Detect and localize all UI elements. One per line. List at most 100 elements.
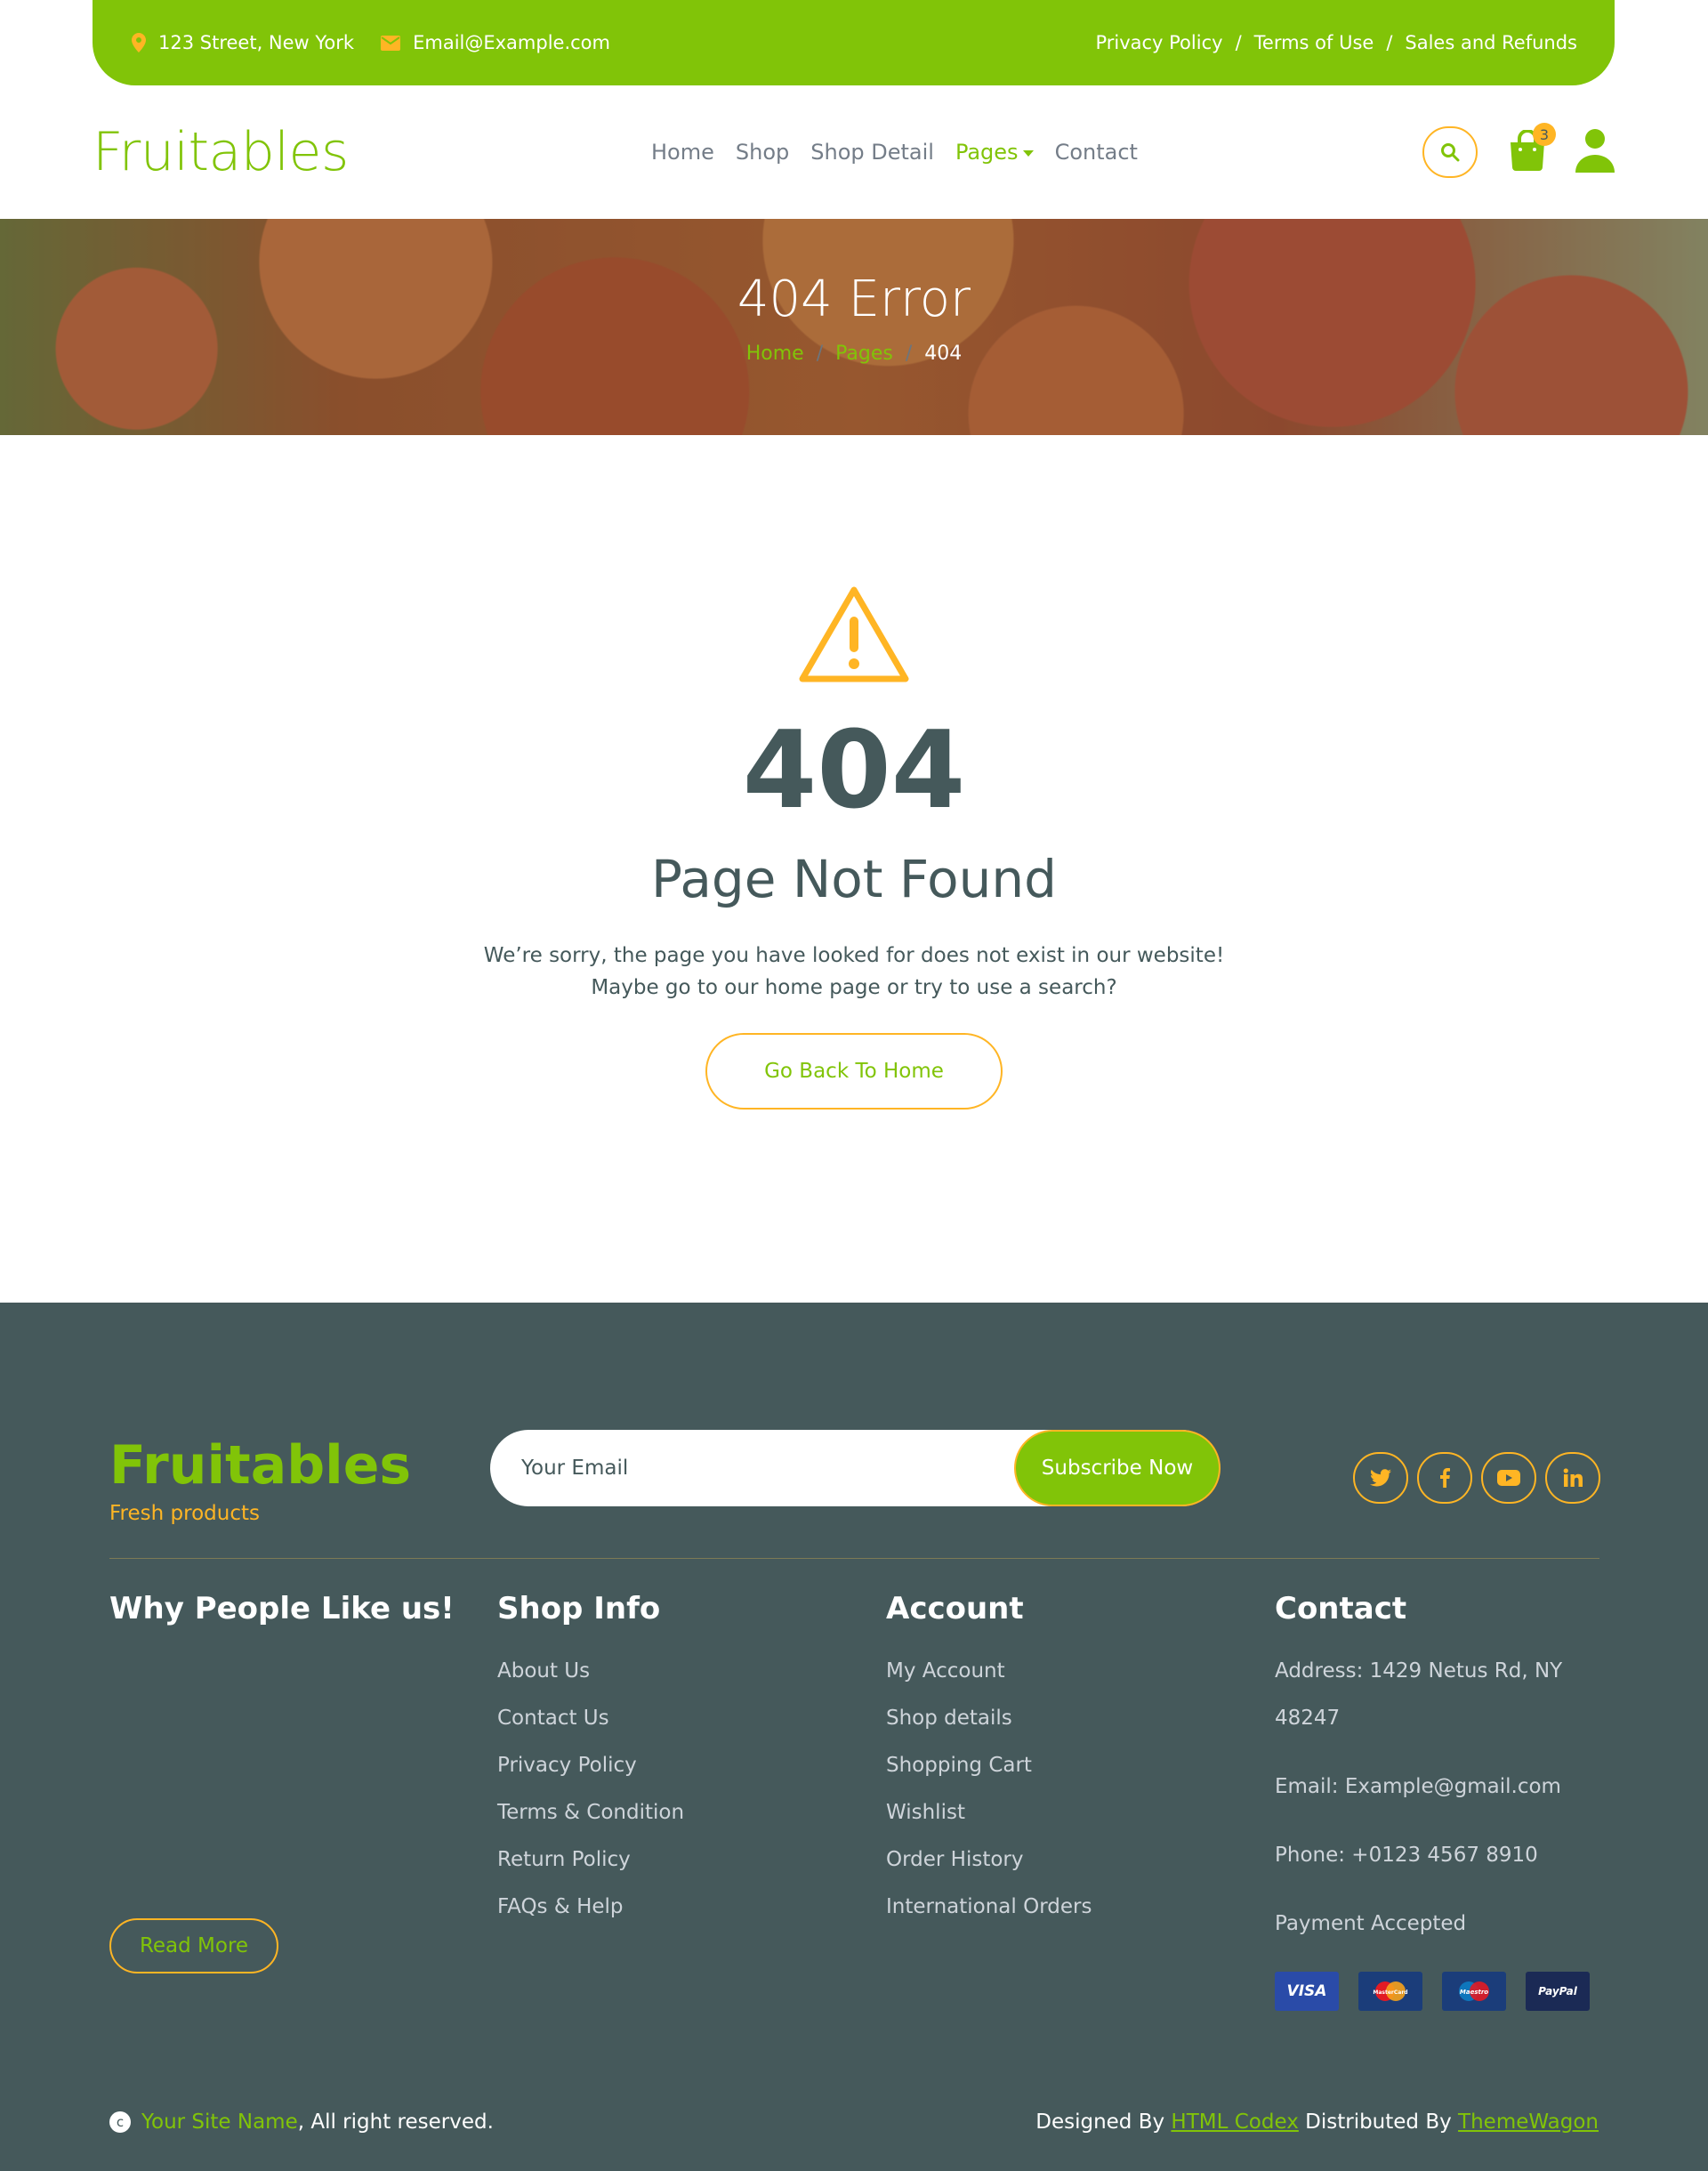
themewagon-link[interactable]: ThemeWagon: [1458, 2110, 1599, 2134]
nav-menu: Home Shop Shop Detail Pages Contact: [640, 140, 1148, 165]
caret-down-icon: [1022, 149, 1034, 157]
nav-pages-dropdown[interactable]: Pages: [955, 140, 1034, 165]
footer-col-title: Shop Info: [497, 1591, 661, 1626]
cart-count-badge: 3: [1533, 123, 1556, 146]
contact-address: 48247: [1275, 1707, 1341, 1730]
footer-link[interactable]: FAQs & Help: [497, 1884, 684, 1931]
rights-text: , All right reserved.: [297, 2110, 494, 2134]
topbar-address: 123 Street, New York: [132, 32, 354, 53]
footer-link[interactable]: Order History: [886, 1836, 1092, 1884]
error-section: 404 Page Not Found We’re sorry, the page…: [0, 435, 1708, 1303]
address-text: 123 Street, New York: [158, 32, 355, 53]
site-name-link[interactable]: Your Site Name: [141, 2110, 298, 2134]
social-links: [1353, 1452, 1609, 1504]
breadcrumb-pages[interactable]: Pages: [835, 343, 893, 365]
maestro-label: Maestro: [1460, 1989, 1488, 1996]
footer-link[interactable]: Wishlist: [886, 1789, 1092, 1836]
email-subscribe-input[interactable]: [521, 1430, 966, 1506]
privacy-policy-link[interactable]: Privacy Policy: [1095, 32, 1222, 53]
footer-link[interactable]: Contact Us: [497, 1695, 684, 1742]
search-icon: [1441, 143, 1460, 162]
terms-of-use-link[interactable]: Terms of Use: [1254, 32, 1374, 53]
cart-button[interactable]: 3: [1508, 123, 1556, 174]
error-message-line: Maybe go to our home page or try to use …: [591, 976, 1117, 999]
subscribe-button[interactable]: Subscribe Now: [1014, 1430, 1221, 1506]
sales-refunds-link[interactable]: Sales and Refunds: [1405, 32, 1577, 53]
linkedin-icon: [1563, 1468, 1583, 1487]
twitter-link[interactable]: [1353, 1452, 1408, 1504]
topbar-email: Email@Example.com: [381, 32, 610, 53]
footer-divider: [109, 1558, 1599, 1559]
mastercard-icon: MasterCard: [1358, 1972, 1422, 2011]
footer-col-title: Account: [886, 1591, 1024, 1626]
contact-email: Email: Example@gmail.com: [1275, 1775, 1561, 1798]
breadcrumb-home[interactable]: Home: [746, 343, 804, 365]
html-codex-link[interactable]: HTML Codex: [1171, 2110, 1298, 2134]
payment-label: Payment Accepted: [1275, 1912, 1467, 1935]
footer-col-shop-info: Shop Info About Us Contact Us Privacy Po…: [497, 1591, 684, 1931]
error-code: 404: [742, 709, 966, 833]
footer-col-title: Contact: [1275, 1591, 1407, 1626]
page-title: 404 Error: [737, 270, 971, 328]
footer-link[interactable]: My Account: [886, 1648, 1092, 1695]
footer-link[interactable]: About Us: [497, 1648, 684, 1695]
footer-link[interactable]: Shopping Cart: [886, 1742, 1092, 1789]
breadcrumb-separator: /: [905, 343, 913, 365]
go-back-home-button[interactable]: Go Back To Home: [705, 1033, 1003, 1110]
error-message-line: We’re sorry, the page you have looked fo…: [483, 944, 1225, 967]
separator: /: [1235, 32, 1242, 53]
nav-shop-detail[interactable]: Shop Detail: [810, 140, 934, 165]
nav-pages-label: Pages: [955, 140, 1019, 165]
distributed-by-text: Distributed By: [1298, 2110, 1459, 2134]
brand-logo[interactable]: Fruitables: [93, 121, 349, 183]
navbar: Fruitables Home Shop Shop Detail Pages C…: [93, 85, 1615, 219]
footer-link[interactable]: Return Policy: [497, 1836, 684, 1884]
paypal-label: PayPal: [1538, 1985, 1577, 1997]
footer-link[interactable]: Privacy Policy: [497, 1742, 684, 1789]
page-header-banner: 404 Error Home / Pages / 404: [0, 219, 1708, 435]
envelope-icon: [381, 35, 401, 51]
payment-methods: VISA MasterCard Maestro PayPal: [1275, 1972, 1609, 2011]
breadcrumb: Home / Pages / 404: [0, 343, 1708, 365]
designed-by-text: Designed By: [1035, 2110, 1172, 2134]
nav-shop[interactable]: Shop: [736, 140, 789, 165]
footer: Fruitables Fresh products Subscribe Now …: [0, 1303, 1708, 2171]
user-button[interactable]: [1575, 128, 1615, 176]
error-title: Page Not Found: [650, 849, 1057, 909]
footer-link[interactable]: International Orders: [886, 1884, 1092, 1931]
separator: /: [1386, 32, 1393, 53]
paypal-icon: PayPal: [1526, 1972, 1590, 2011]
error-message: We’re sorry, the page you have looked fo…: [0, 940, 1708, 1004]
map-marker-icon: [132, 33, 146, 52]
footer-col-title: Why People Like us!: [109, 1591, 455, 1626]
search-button[interactable]: [1422, 126, 1478, 178]
mastercard-label: MasterCard: [1373, 1989, 1407, 1996]
footer-link[interactable]: Terms & Condition: [497, 1789, 684, 1836]
facebook-link[interactable]: [1417, 1452, 1472, 1504]
linkedin-link[interactable]: [1545, 1452, 1600, 1504]
footer-col-contact: Contact Address: 1429 Netus Rd, NY 48247…: [1275, 1591, 1562, 1948]
visa-label: VISA: [1286, 1982, 1327, 2000]
nav-contact[interactable]: Contact: [1055, 140, 1138, 165]
nav-home[interactable]: Home: [651, 140, 714, 165]
warning-icon: [799, 586, 909, 682]
youtube-icon: [1497, 1470, 1520, 1486]
topbar: 123 Street, New York Email@Example.com P…: [93, 0, 1615, 85]
footer-tagline: Fresh products: [109, 1502, 260, 1525]
breadcrumb-current: 404: [924, 343, 963, 365]
contact-phone: Phone: +0123 4567 8910: [1275, 1844, 1538, 1867]
youtube-link[interactable]: [1481, 1452, 1536, 1504]
copyright-icon: c: [109, 2111, 131, 2133]
credits: Designed By HTML Codex Distributed By Th…: [1035, 2110, 1599, 2134]
facebook-icon: [1440, 1468, 1450, 1488]
email-text: Email@Example.com: [413, 32, 610, 53]
copyright: c Your Site Name , All right reserved.: [109, 2110, 494, 2134]
newsletter-form: Subscribe Now: [490, 1430, 1221, 1506]
visa-card-icon: VISA: [1275, 1972, 1339, 2011]
user-icon: [1575, 129, 1615, 173]
contact-address: Address: 1429 Netus Rd, NY: [1275, 1659, 1563, 1683]
read-more-button[interactable]: Read More: [109, 1918, 278, 1973]
footer-link[interactable]: Shop details: [886, 1695, 1092, 1742]
twitter-icon: [1370, 1469, 1391, 1487]
footer-col-account: Account My Account Shop details Shopping…: [886, 1591, 1092, 1931]
